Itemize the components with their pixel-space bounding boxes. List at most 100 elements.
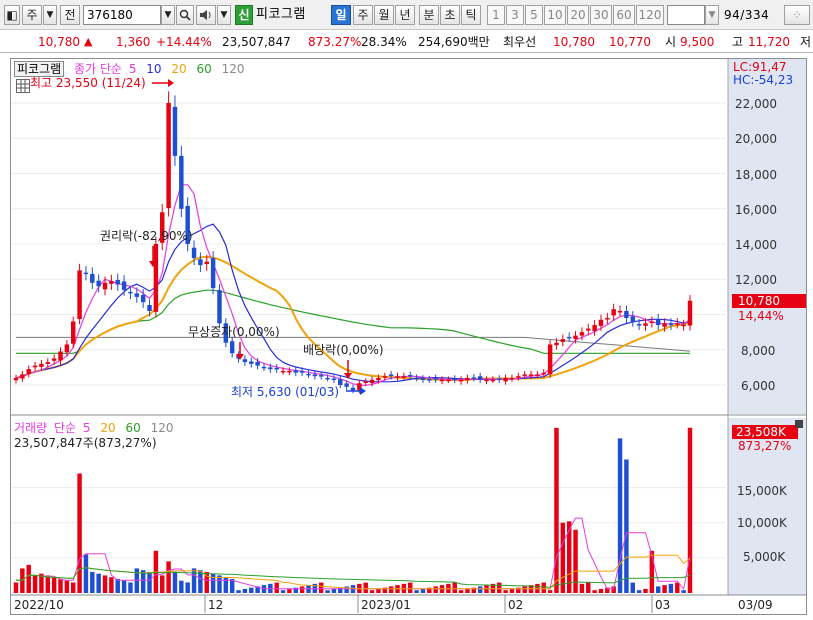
candle-body	[420, 378, 426, 381]
legend-ma5[interactable]: 5	[129, 62, 137, 76]
volume-bar	[573, 529, 578, 593]
candle-body	[592, 325, 597, 332]
candle-body	[20, 374, 25, 379]
vol-legend-ma120[interactable]: 120	[151, 421, 174, 435]
candle-body	[268, 367, 273, 370]
volume-bar	[643, 588, 648, 593]
candle-body	[541, 372, 546, 375]
y-tick-14000: 14,000	[735, 238, 777, 252]
candle-body	[655, 319, 661, 326]
y-tick-12000: 12,000	[735, 273, 777, 287]
candle-body	[598, 319, 604, 326]
candle-body	[497, 378, 502, 381]
vol-legend-ma5[interactable]: 5	[83, 421, 91, 435]
current-volume-text: 23,507,847주(873,27%)	[14, 436, 157, 450]
y-tick-16000: 16,000	[735, 203, 777, 217]
candle-body	[681, 324, 686, 327]
dividend-annotation: 배당락(0,00%)	[303, 343, 384, 357]
volume-bar	[217, 575, 222, 593]
stock-chart[interactable]: 22,000 20,000 18,000 16,000 14,000 12,00…	[0, 0, 813, 620]
vol-legend-ma60[interactable]: 60	[125, 421, 140, 435]
candle-body	[121, 281, 127, 290]
volume-bar	[630, 582, 635, 593]
candle-body	[566, 336, 572, 339]
volume-bar	[388, 586, 394, 593]
grid-table-icon[interactable]	[16, 79, 30, 93]
candle-body	[547, 344, 553, 375]
volume-bar	[274, 582, 279, 593]
candle-body	[274, 367, 279, 370]
candle-body	[636, 324, 642, 326]
volume-bar	[477, 586, 483, 593]
candle-body	[388, 374, 394, 377]
legend-ma20[interactable]: 20	[171, 62, 186, 76]
volume-bar	[77, 473, 82, 593]
price-y-ticks: 22,000 20,000 18,000 16,000 14,000 12,00…	[735, 97, 777, 393]
ma20-line	[15, 255, 691, 382]
candle-body	[439, 379, 445, 382]
volume-bar	[433, 586, 438, 593]
legend-ma120[interactable]: 120	[222, 62, 245, 76]
low-annotation: 최저 5,630 (01/03)	[231, 385, 339, 399]
volume-ma5-line	[16, 517, 691, 590]
candle-body	[45, 362, 51, 364]
volume-bar	[452, 582, 457, 593]
legend-ma10[interactable]: 10	[146, 62, 161, 76]
last-price-badge: 10,780	[738, 294, 780, 308]
candle-body	[535, 374, 540, 376]
volume-bar	[624, 459, 629, 593]
last-change-pct: 14,44%	[738, 309, 784, 323]
volume-bar	[554, 427, 559, 593]
candle-body	[179, 155, 184, 209]
candle-body	[71, 321, 76, 344]
legend-ma60[interactable]: 60	[197, 62, 212, 76]
candle-body	[255, 361, 260, 366]
candle-body	[490, 379, 496, 382]
volume-bar	[166, 561, 171, 593]
candle-body	[58, 351, 63, 361]
price-legend: 피코그램 종가 단순 5 10 20 60 120	[14, 60, 251, 77]
volume-legend-title[interactable]: 거래량	[14, 421, 47, 435]
volume-bars	[13, 427, 693, 593]
candle-body	[573, 335, 578, 339]
volume-bar	[160, 575, 165, 593]
candle-body	[83, 272, 89, 275]
volume-bar	[541, 582, 546, 593]
candle-body	[509, 377, 515, 380]
bonus-annotation: 무상증자(0,00%)	[188, 325, 280, 339]
candle-body	[306, 373, 311, 376]
volume-y-ticks: 15,000K 10,000K 5,000K	[737, 484, 788, 564]
candle-body	[605, 318, 610, 320]
last-volume-badge: 23,508K	[736, 425, 787, 439]
price-legend-title[interactable]: 피코그램	[14, 61, 65, 77]
volume-bar	[280, 590, 286, 593]
volume-bar	[687, 427, 693, 593]
candle-body	[668, 323, 674, 326]
volume-bar	[376, 588, 381, 593]
vol-legend-ma20[interactable]: 20	[100, 421, 115, 435]
volume-bar	[458, 590, 464, 593]
ma10-line	[15, 223, 691, 383]
volume-bar	[45, 575, 51, 593]
volume-bar	[236, 590, 241, 593]
volume-bar	[109, 577, 114, 593]
volume-bar	[64, 580, 70, 593]
candle-body	[369, 379, 375, 384]
volume-legend-ma-label[interactable]: 단순	[54, 421, 76, 435]
volume-bar	[579, 583, 585, 593]
candle-body	[287, 370, 292, 373]
volume-bar	[636, 590, 642, 593]
volume-bar	[598, 588, 604, 593]
volume-bar	[26, 564, 31, 593]
candle-body	[249, 361, 254, 364]
price-legend-ma-label[interactable]: 종가 단순	[74, 62, 122, 76]
volume-bar	[547, 590, 553, 593]
volume-panel-close-icon[interactable]	[795, 420, 803, 428]
volume-bar	[408, 582, 413, 593]
candle-body	[166, 103, 171, 209]
x-label-12: 12	[208, 598, 223, 612]
candle-body	[554, 342, 559, 346]
volume-bar	[331, 588, 337, 593]
volume-bar	[115, 578, 120, 593]
candle-body	[109, 281, 114, 284]
